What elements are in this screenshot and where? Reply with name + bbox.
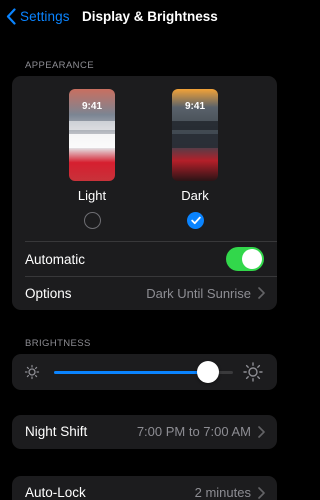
light-preview-time: 9:41 [81,101,102,112]
brightness-slider-thumb[interactable] [196,361,219,383]
checkmark-icon [190,216,201,225]
options-label: Options [25,285,72,301]
light-preview-widget [69,121,115,130]
chevron-right-icon [258,287,265,299]
page-title: Display & Brightness [82,9,218,24]
auto-lock-label: Auto-Lock [25,485,86,500]
light-mode-radio[interactable] [84,212,101,229]
chevron-right-icon [258,487,265,499]
automatic-label: Automatic [25,251,86,267]
dark-mode-preview[interactable]: 9:41 [172,89,218,181]
sun-large-icon [243,362,263,382]
brightness-card [12,354,277,390]
dark-mode-label: Dark [181,188,209,203]
dark-mode-radio[interactable] [187,212,204,229]
automatic-row[interactable]: Automatic [12,242,277,276]
night-shift-value: 7:00 PM to 7:00 AM [136,424,251,439]
navigation-bar: Settings Display & Brightness [0,0,289,34]
back-button[interactable]: Settings [6,8,70,25]
dark-preview-time: 9:41 [184,101,205,112]
dark-preview-widget [172,134,218,148]
toggle-knob [242,249,262,269]
appearance-card: 9:41 Light 9:41 Dark Automatic Options D… [12,76,277,310]
chevron-right-icon [258,426,265,438]
light-preview-widget [69,134,115,148]
automatic-toggle[interactable] [226,247,264,271]
night-shift-row[interactable]: Night Shift 7:00 PM to 7:00 AM [12,415,277,449]
back-button-label: Settings [20,9,70,24]
brightness-slider-fill [54,371,208,374]
dark-preview-widget [172,121,218,130]
options-value: Dark Until Sunrise [146,285,251,301]
light-mode-label: Light [77,188,107,203]
options-row[interactable]: Options Dark Until Sunrise [12,276,277,310]
brightness-section-header: BRIGHTNESS [25,338,91,349]
sun-small-icon [24,364,40,380]
night-shift-label: Night Shift [25,424,88,439]
appearance-section-header: APPEARANCE [25,60,94,71]
auto-lock-row[interactable]: Auto-Lock 2 minutes [12,476,277,500]
light-mode-preview[interactable]: 9:41 [69,89,115,181]
auto-lock-value: 2 minutes [194,485,251,500]
chevron-left-icon [6,8,16,25]
